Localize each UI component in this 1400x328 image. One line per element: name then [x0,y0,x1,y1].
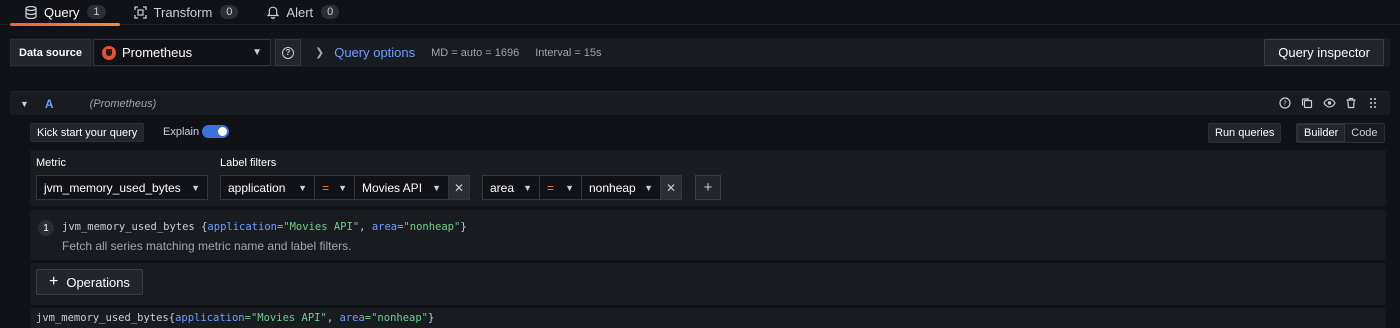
explain-toggle[interactable] [202,125,229,138]
eye-icon[interactable] [1322,96,1336,110]
add-operation-button[interactable]: + Operations [36,269,143,295]
query-editor: Kick start your query Explain Run querie… [30,118,1386,328]
datasource-label: Data source [10,39,91,66]
label-value-value: nonheap [589,180,636,195]
editor-mode-switch: Builder Code [1296,123,1385,143]
code-label-value: ="nonheap" [397,221,461,233]
kick-start-button[interactable]: Kick start your query [30,123,145,142]
trash-icon[interactable] [1344,96,1358,110]
label-operator-select[interactable]: = ▼ [314,175,355,200]
tab-alert[interactable]: Alert 0 [252,0,353,25]
code-metric: jvm_memory_used_bytes [36,312,169,324]
code-separator: , [326,312,340,324]
query-toolbar: Data source Prometheus ▼ ? ❯ Query optio… [10,38,1390,67]
max-data-points-info: MD = auto = 1696 [431,46,520,59]
prometheus-logo-icon [101,45,116,60]
tab-label: Transform [153,4,213,20]
query-row-header: ▼ A (Prometheus) ? [10,91,1390,115]
code-label-key: area [339,312,365,324]
explain-description: Fetch all series matching metric name an… [62,239,352,253]
run-queries-button[interactable]: Run queries [1208,123,1282,143]
query-row-actions: ? [1278,96,1380,110]
label-operator-select[interactable]: = ▼ [539,175,582,200]
tab-label: Query [44,4,80,20]
bell-icon [266,5,280,19]
code-metric: jvm_memory_used_bytes [62,221,195,233]
label-filters-label: Label filters [220,157,277,169]
label-key-value: area [490,180,515,195]
query-inspector-button[interactable]: Query inspector [1264,39,1384,66]
label-value-select[interactable]: nonheap ▼ [581,175,661,200]
code-brace: { [194,221,208,233]
label-value-select[interactable]: Movies API ▼ [354,175,449,200]
operations-section: + Operations [30,263,1386,305]
code-label-value: ="nonheap" [364,312,428,324]
transform-icon [134,5,148,19]
mode-code[interactable]: Code [1345,124,1383,142]
duplicate-icon[interactable] [1300,96,1314,110]
tab-transform[interactable]: Transform 0 [120,0,253,25]
label-operator-value: = [322,180,330,195]
query-explanation: 1 jvm_memory_used_bytes {application="Mo… [30,210,1386,260]
chevron-down-icon: ▼ [252,47,262,58]
query-options-toggle[interactable]: Query options [334,45,415,60]
drag-handle-icon[interactable] [1366,96,1380,110]
datasource-picker[interactable]: Prometheus ▼ [92,39,271,66]
tab-count-badge: 0 [220,5,239,19]
interval-info: Interval = 15s [535,46,602,59]
tab-count-badge: 1 [87,5,106,19]
add-filter-button[interactable]: + [695,175,721,200]
datasource-value: Prometheus [121,45,193,60]
explain-label: Explain [163,126,200,138]
collapse-chevron-icon[interactable]: ▼ [20,99,29,109]
chevron-down-icon: ▼ [523,182,532,193]
operations-label: Operations [66,274,130,290]
chevron-down-icon: ▼ [432,182,441,193]
query-tabs: Query 1 Transform 0 Alert 0 [0,0,1400,26]
svg-text:?: ? [1283,100,1287,108]
tab-query[interactable]: Query 1 [10,0,120,26]
label-value-value: Movies API [362,180,423,195]
code-label-value: ="Movies API" [276,221,360,233]
chevron-down-icon: ▼ [298,182,307,193]
query-ref-id[interactable]: A [45,97,54,111]
query-builder: Metric Label filters jvm_memory_used_byt… [30,150,1386,206]
metric-label: Metric [36,157,66,169]
query-row-datasource: (Prometheus) [89,97,157,110]
code-separator: , [359,221,372,233]
metric-value: jvm_memory_used_bytes [44,180,181,195]
label-key-select[interactable]: application ▼ [220,175,315,200]
datasource-help-button[interactable]: ? [274,39,301,66]
chevron-down-icon: ▼ [644,182,653,193]
code-label-key: application [175,312,245,324]
question-circle-icon: ? [281,46,294,59]
remove-filter-button[interactable]: ✕ [660,175,682,200]
tab-count-badge: 0 [321,5,340,19]
label-key-select[interactable]: area ▼ [482,175,540,200]
chevron-down-icon: ▼ [338,182,347,193]
code-label-value: ="Movies API" [244,312,327,324]
database-icon [24,5,38,19]
query-preview-code: jvm_memory_used_bytes{application="Movie… [36,312,434,324]
label-key-value: application [228,180,286,195]
plus-icon: + [49,273,59,290]
tab-label: Alert [286,4,314,20]
code-label-key: area [371,221,398,233]
step-number-badge: 1 [38,220,54,236]
label-operator-value: = [547,180,555,195]
chevron-down-icon: ▼ [565,182,574,193]
code-brace: } [460,221,467,233]
explain-query-code: jvm_memory_used_bytes {application="Movi… [62,221,467,233]
code-label-key: application [207,221,277,233]
metric-select[interactable]: jvm_memory_used_bytes ▼ [36,175,208,200]
query-preview: jvm_memory_used_bytes{application="Movie… [30,308,1386,328]
help-icon[interactable]: ? [1278,96,1292,110]
chevron-right-icon[interactable]: ❯ [315,46,324,59]
chevron-down-icon: ▼ [191,182,200,193]
mode-builder[interactable]: Builder [1297,124,1346,142]
remove-filter-button[interactable]: ✕ [448,175,470,200]
code-brace: } [428,312,435,324]
